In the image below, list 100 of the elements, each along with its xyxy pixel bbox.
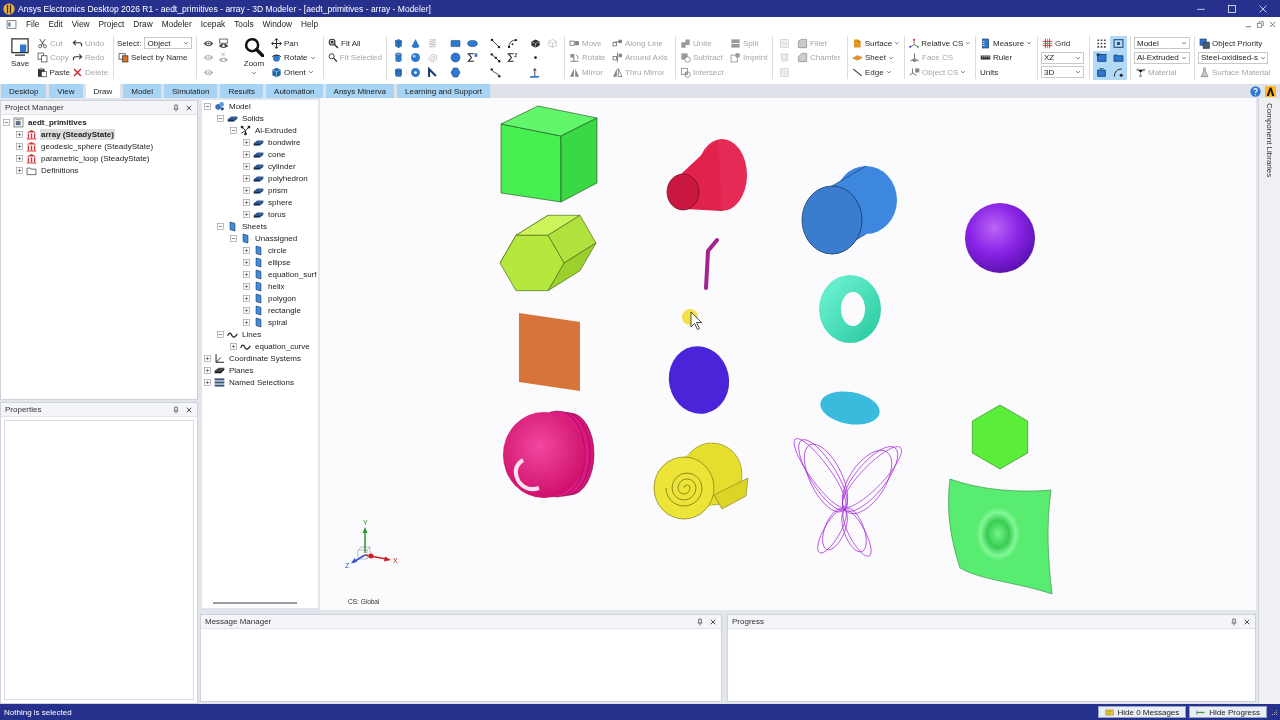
hexagonal-prism-icon[interactable] — [393, 66, 404, 78]
menu-item[interactable]: View — [71, 19, 90, 29]
document-icon[interactable] — [6, 18, 17, 30]
cone-icon[interactable] — [410, 37, 421, 49]
expand-icon[interactable] — [242, 245, 251, 255]
tree-item[interactable]: polyhedron — [267, 172, 309, 184]
tree-item[interactable]: Al-Extruded — [254, 124, 298, 136]
sheet-button[interactable]: Sheet — [851, 50, 901, 65]
tree-item[interactable]: Named Selections — [228, 376, 295, 388]
tree-item[interactable]: Unassigned — [254, 232, 299, 244]
view-toggle[interactable] — [1110, 65, 1127, 80]
expand-icon[interactable] — [242, 161, 251, 171]
solid-cube-icon[interactable] — [530, 37, 541, 49]
pin-icon[interactable] — [172, 103, 180, 112]
collapse-icon[interactable] — [2, 117, 11, 127]
tree-item[interactable]: equation_surf — [267, 268, 318, 280]
rectangle-icon[interactable] — [450, 37, 461, 49]
collapse-icon[interactable] — [216, 221, 225, 231]
close-icon[interactable] — [185, 103, 193, 112]
menu-item[interactable]: Window — [262, 19, 293, 29]
menu-item[interactable]: Tools — [234, 19, 254, 29]
tree-item[interactable]: ellipse — [267, 256, 292, 268]
object-priority-button[interactable]: Object Priority — [1198, 36, 1272, 51]
tree-item[interactable]: array (SteadyState) — [40, 128, 115, 140]
axis-plane-icon[interactable] — [530, 66, 541, 78]
tree-item[interactable]: rectangle — [267, 304, 302, 316]
menu-item[interactable]: Icepak — [200, 19, 226, 29]
view-toggle[interactable] — [1093, 50, 1110, 65]
ellipse-icon[interactable] — [467, 37, 478, 49]
eye-window-icon[interactable] — [218, 37, 229, 49]
select-dropdown[interactable]: Object — [144, 37, 193, 50]
expand-icon[interactable] — [242, 149, 251, 159]
close-icon[interactable] — [185, 405, 193, 414]
pin-icon[interactable] — [696, 617, 704, 626]
expand-icon[interactable] — [242, 185, 251, 195]
expand-icon[interactable] — [229, 341, 238, 351]
expand-icon[interactable] — [203, 377, 212, 387]
tree-item[interactable]: equation_curve — [254, 340, 311, 352]
ribbon-tab[interactable]: Results — [220, 84, 264, 98]
tree-item[interactable]: parametric_loop (SteadyState) — [40, 152, 151, 164]
logo-icon[interactable] — [1265, 85, 1276, 97]
collapse-icon[interactable] — [203, 101, 212, 111]
torus-icon[interactable] — [410, 66, 421, 78]
expand-icon[interactable] — [242, 305, 251, 315]
sphere-icon[interactable] — [410, 52, 421, 64]
grid-button[interactable]: Grid — [1041, 36, 1086, 51]
expand-icon[interactable] — [203, 353, 212, 363]
side-tab[interactable]: Component Libraries — [1265, 103, 1274, 178]
close-icon[interactable] — [709, 617, 717, 626]
tree-item[interactable]: sphere — [267, 196, 294, 208]
rotate-button[interactable]: Rotate — [270, 50, 320, 65]
collapse-icon[interactable] — [216, 113, 225, 123]
ruler-button[interactable]: Ruler — [979, 50, 1034, 65]
line-icon[interactable] — [490, 37, 501, 49]
relative-cs-button[interactable]: Relative CS — [908, 36, 972, 51]
material-dropdown[interactable]: Al-Extruded — [1134, 51, 1190, 64]
ribbon-tab[interactable]: Draw — [85, 84, 121, 98]
model-dropdown[interactable]: Model — [1134, 37, 1190, 50]
tree-item[interactable]: helix — [267, 280, 286, 292]
view-toggle[interactable] — [1093, 65, 1110, 80]
expand-icon[interactable] — [242, 173, 251, 183]
collapse-icon[interactable] — [229, 125, 238, 135]
hide-progress-button[interactable]: Hide Progress — [1189, 706, 1267, 718]
arc-icon[interactable] — [507, 37, 518, 49]
expand-icon[interactable] — [242, 281, 251, 291]
menu-item[interactable]: Edit — [48, 19, 63, 29]
ribbon-tab[interactable]: Model — [123, 84, 162, 98]
expand-icon[interactable] — [15, 141, 24, 151]
paste-button[interactable]: Paste — [36, 65, 71, 80]
bent-line-icon[interactable] — [427, 66, 438, 78]
ribbon-tab[interactable]: Learning and Support — [397, 84, 490, 98]
pin-icon[interactable] — [172, 405, 180, 414]
restore-icon[interactable] — [1257, 20, 1264, 28]
measure-button[interactable]: Measure — [979, 36, 1034, 51]
expand-icon[interactable] — [242, 269, 251, 279]
tree-item[interactable]: spiral — [267, 316, 289, 328]
tree-item[interactable]: Solids — [241, 112, 265, 124]
scrollbar[interactable] — [213, 602, 297, 604]
tree-item[interactable]: Lines — [241, 328, 263, 340]
tree-item[interactable]: Definitions — [40, 164, 80, 176]
cube-icon[interactable] — [393, 37, 404, 49]
cylinder-icon[interactable] — [393, 52, 404, 64]
menu-item[interactable]: Help — [301, 19, 319, 29]
expand-icon[interactable] — [242, 257, 251, 267]
close-icon[interactable] — [1243, 617, 1251, 626]
fit-all-button[interactable]: Fit All — [327, 36, 383, 51]
expand-icon[interactable] — [242, 317, 251, 327]
expand-icon[interactable] — [242, 209, 251, 219]
close-icon[interactable] — [1269, 20, 1276, 28]
surface-button[interactable]: Surface — [851, 36, 901, 51]
menu-item[interactable]: Project — [98, 19, 125, 29]
tree-item[interactable]: prism — [267, 184, 289, 196]
menu-item[interactable]: File — [26, 19, 40, 29]
hexagon-icon[interactable] — [450, 66, 461, 78]
pan-button[interactable]: Pan — [270, 36, 320, 51]
tree-item[interactable]: polygon — [267, 292, 298, 304]
ribbon-tab[interactable]: Ansys Minerva — [325, 84, 394, 98]
expand-icon[interactable] — [15, 165, 24, 175]
units-button[interactable]: Units — [979, 65, 1034, 80]
tree-item[interactable]: torus — [267, 208, 287, 220]
